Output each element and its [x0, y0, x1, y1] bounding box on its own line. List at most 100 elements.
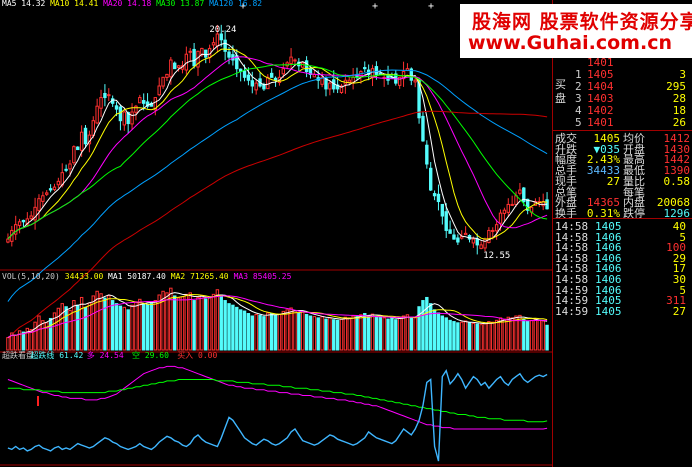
- volume-bar: [56, 307, 61, 351]
- volume-bar: [207, 296, 212, 351]
- volume-bar: [211, 293, 216, 351]
- sidebar-divider: [553, 130, 692, 131]
- ma-line-ma20: [7, 56, 548, 240]
- candle-body: [141, 100, 146, 104]
- price-legend-item: MA120 16.82: [209, 0, 262, 8]
- volume-bar: [103, 297, 107, 351]
- candle-body: [246, 74, 251, 81]
- volume-bar: [409, 317, 414, 351]
- candle-body: [324, 78, 328, 90]
- indicator-line: [7, 365, 548, 430]
- volume-bar: [467, 322, 472, 351]
- candle-body: [448, 229, 452, 234]
- volume-bar: [165, 292, 169, 351]
- volume-bar: [176, 297, 181, 351]
- top-marker: +: [372, 1, 378, 12]
- volume-bar: [328, 317, 332, 351]
- volume-bar: [231, 304, 235, 351]
- candle-body: [103, 92, 107, 99]
- candle-body: [37, 198, 41, 212]
- volume-bar: [21, 331, 26, 351]
- candle-body: [138, 97, 142, 104]
- volume-bar: [227, 303, 231, 351]
- volume-bar: [258, 314, 262, 351]
- volume-bar: [250, 315, 254, 351]
- volume-bar: [483, 322, 487, 351]
- candle-body: [479, 244, 483, 249]
- candles-group: [6, 24, 549, 255]
- volume-bar: [219, 294, 223, 351]
- candle-body: [269, 72, 274, 78]
- price-legend-item: MA10 14.41: [50, 0, 98, 8]
- stock-chart-window: + + +20.24 12.55 MA5 14.32 MA10 14.41 MA20 14.…: [0, 0, 692, 467]
- volume-bar: [378, 315, 382, 351]
- candle-body: [52, 186, 57, 191]
- volume-bar: [76, 304, 80, 351]
- ma-line-ma60: [7, 69, 548, 302]
- volume-bar: [64, 306, 68, 351]
- candle-body: [56, 180, 61, 186]
- candle-body: [95, 105, 99, 124]
- candle-body: [475, 238, 479, 246]
- volume-bar: [545, 324, 549, 351]
- candle-body: [6, 238, 10, 243]
- volume-bar: [180, 296, 185, 351]
- candle-body: [281, 68, 286, 75]
- volume-bar: [386, 318, 390, 351]
- volume-bar: [436, 312, 441, 351]
- volume-bar: [347, 317, 351, 351]
- orderbook-row[interactable]: 5 1401 26: [553, 116, 692, 129]
- tick-price: 1405: [595, 304, 622, 318]
- volume-bar: [153, 300, 158, 351]
- tick-row[interactable]: 14:59 1405 27: [553, 305, 692, 318]
- candle-body: [161, 76, 165, 87]
- candle-body: [254, 82, 258, 91]
- candle-body: [312, 73, 317, 78]
- volume-legend-item: MA2 71265.40: [171, 272, 229, 281]
- indicator-legend-item: 超跌线 61.42: [30, 350, 83, 360]
- volume-bar: [48, 317, 53, 351]
- volume-bar: [235, 306, 239, 351]
- volume-bar: [262, 316, 266, 351]
- candle-body: [107, 94, 111, 97]
- volume-bar: [60, 303, 64, 351]
- volume-bar: [351, 315, 355, 351]
- indicator-legend-item: 空 29.60: [132, 350, 169, 360]
- volume-bar: [463, 320, 468, 351]
- volume-bar: [304, 313, 309, 351]
- candle-body: [347, 79, 351, 83]
- candle-body: [176, 65, 181, 69]
- candle-body: [17, 221, 22, 226]
- candle-body: [456, 237, 460, 243]
- volume-bar: [324, 318, 328, 351]
- candle-body: [99, 97, 103, 109]
- candle-body: [483, 238, 487, 249]
- kline-chart[interactable]: + + +20.2412.55MA5 14.32 MA10 14.41 MA20 14.…: [0, 0, 553, 467]
- volume-bar: [401, 315, 406, 351]
- volume-bar: [192, 300, 196, 351]
- candle-body: [463, 232, 468, 236]
- candle-body: [157, 85, 161, 96]
- volume-bar: [13, 334, 18, 351]
- buy-signal-marker: [37, 396, 39, 406]
- buy-side-label: 买盘: [555, 78, 566, 105]
- candle-body: [304, 60, 309, 73]
- top-marker: +: [428, 1, 434, 12]
- candle-body: [293, 59, 297, 62]
- candle-body: [211, 42, 216, 46]
- price-legend-item: MA5 14.32: [2, 0, 46, 8]
- low-price-label: 12.55: [483, 251, 510, 261]
- volume-bar: [79, 296, 84, 351]
- volume-bar: [397, 317, 402, 351]
- volume-bar: [525, 320, 530, 351]
- indicator-line: [7, 379, 548, 423]
- candle-body: [502, 209, 507, 214]
- volume-bar: [432, 309, 437, 351]
- volume-bar: [41, 320, 45, 351]
- volume-bar: [114, 303, 119, 351]
- volume-bar: [471, 322, 476, 351]
- volume-bar: [173, 295, 177, 351]
- candle-body: [41, 195, 45, 202]
- candle-body: [204, 49, 208, 58]
- volume-bar: [188, 292, 192, 351]
